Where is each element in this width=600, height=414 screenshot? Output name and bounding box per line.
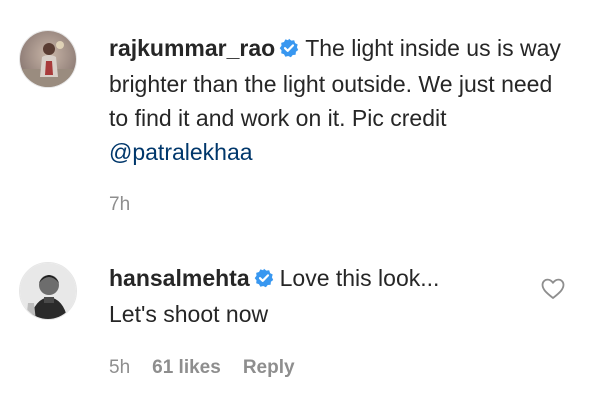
- comment-text: rajkummar_rao The light inside us is way …: [109, 31, 569, 169]
- mention-link[interactable]: @patralekhaa: [109, 139, 253, 165]
- avatar[interactable]: [19, 262, 77, 320]
- likes-count[interactable]: 61 likes: [152, 357, 221, 378]
- comment-username[interactable]: rajkummar_rao: [109, 35, 275, 61]
- comment-timestamp[interactable]: 5h: [109, 357, 130, 378]
- heart-outline-icon[interactable]: [541, 278, 565, 300]
- avatar[interactable]: [19, 30, 77, 88]
- comment-meta: 7h: [109, 193, 152, 217]
- comment-item: rajkummar_rao The light inside us is way …: [0, 0, 600, 230]
- comment-meta: 5h 61 likes Reply: [109, 356, 317, 380]
- comment-item: hansalmehta Love this look... Let's shoot…: [0, 230, 600, 414]
- comment-text: hansalmehta Love this look... Let's shoot…: [109, 261, 479, 331]
- verified-badge-icon: [279, 33, 299, 67]
- comment-timestamp[interactable]: 7h: [109, 194, 130, 215]
- reply-button[interactable]: Reply: [243, 357, 295, 378]
- verified-badge-icon: [254, 263, 274, 297]
- comment-username[interactable]: hansalmehta: [109, 265, 250, 291]
